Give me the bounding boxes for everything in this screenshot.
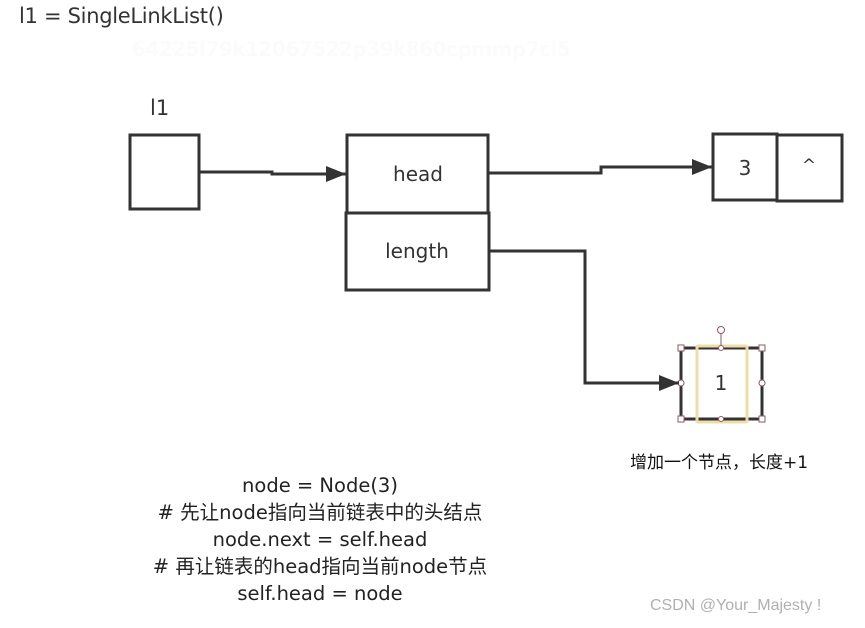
caption-add-node: 增加一个节点，长度+1	[630, 453, 809, 473]
resize-handle-bottom-left[interactable]	[677, 415, 685, 423]
arrow-l1-to-head[interactable]	[199, 166, 346, 182]
rotate-handle[interactable]	[717, 326, 725, 334]
resize-handle-bottom[interactable]	[718, 416, 724, 422]
length-value-box[interactable]: 1	[677, 326, 766, 424]
head-field-label: head	[393, 162, 443, 186]
node-value-label: 3	[739, 156, 752, 180]
code-comment: # 再让链表的head指向当前node节点	[152, 555, 488, 578]
resize-handle-top[interactable]	[718, 345, 724, 351]
node-value-cell[interactable]: 3	[711, 132, 779, 202]
arrow-head-to-node[interactable]	[488, 159, 712, 175]
resize-handle-top-right[interactable]	[758, 344, 766, 352]
resize-handle-right[interactable]	[758, 379, 766, 387]
length-field-label: length	[385, 239, 449, 263]
length-field[interactable]: length	[344, 211, 491, 292]
variable-box-l1[interactable]	[128, 133, 201, 211]
code-comment: # 先让node指向当前链表中的头结点	[157, 501, 483, 524]
code-block: node = Node(3) # 先让node指向当前链表中的头结点 node.…	[0, 472, 640, 607]
resize-handle-top-left[interactable]	[677, 344, 685, 352]
head-field[interactable]: head	[345, 133, 490, 215]
resize-handle-bottom-right[interactable]	[758, 415, 766, 423]
csdn-credit: CSDN @Your_Majesty !	[650, 597, 822, 614]
node-next-cell[interactable]: ^	[775, 133, 844, 203]
arrow-length-to-value[interactable]	[489, 249, 679, 391]
length-value-label: 1	[715, 371, 728, 395]
code-line: self.head = node	[237, 582, 403, 605]
code-line: node = Node(3)	[242, 474, 398, 497]
code-line: node.next = self.head	[212, 528, 428, 551]
node-next-label: ^	[802, 156, 816, 176]
